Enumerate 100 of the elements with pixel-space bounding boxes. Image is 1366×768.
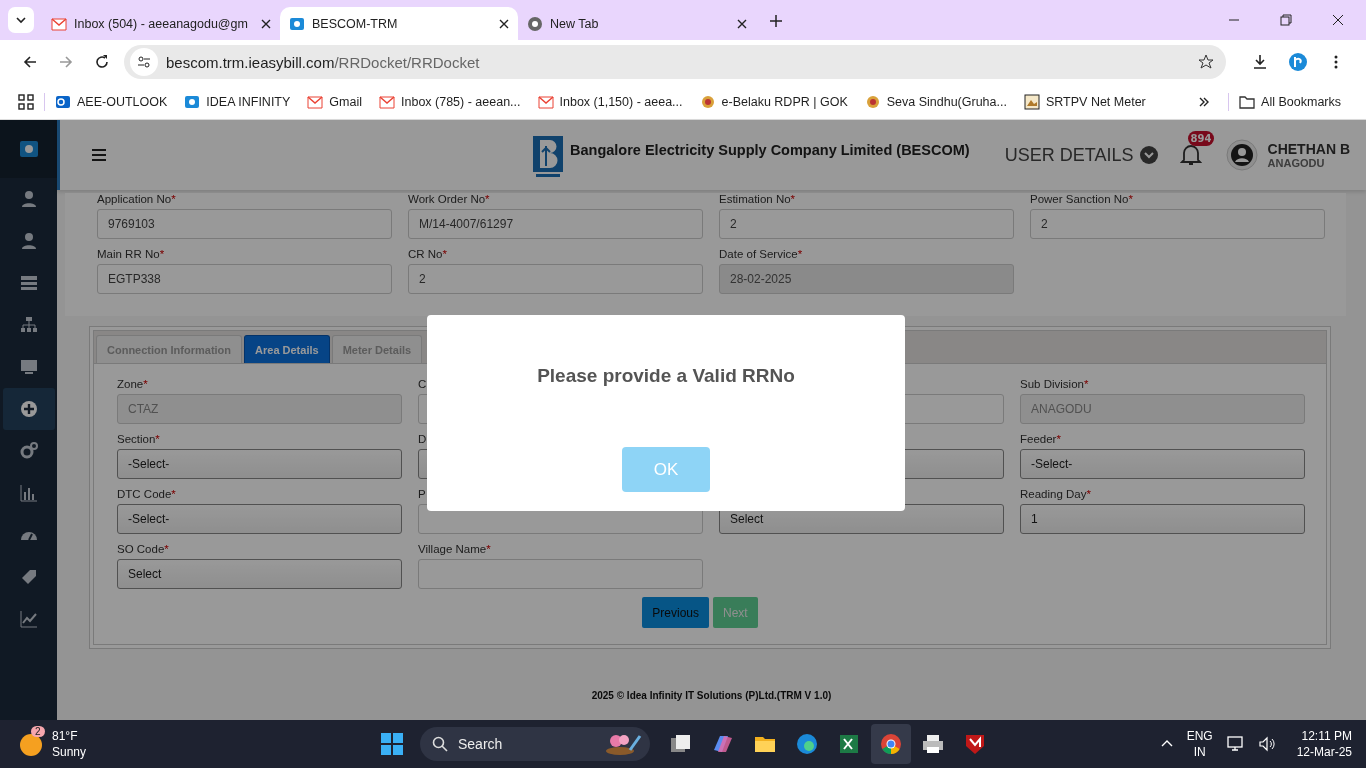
site-settings-icon[interactable] [130, 48, 158, 76]
all-bookmarks[interactable]: All Bookmarks [1261, 94, 1341, 109]
field-label: C [418, 378, 428, 392]
outlook-icon[interactable] [55, 93, 71, 110]
eye-logo-icon[interactable] [184, 93, 201, 110]
bookmark[interactable]: e-Belaku RDPR | GOK [721, 94, 848, 109]
sitemap-icon [19, 316, 38, 334]
tab[interactable]: Area Details [244, 335, 330, 363]
browser-tab[interactable]: Inbox (504) - aeeanagodu@gm [42, 7, 280, 40]
input-field[interactable]: 2 [719, 209, 1014, 239]
search-icon [432, 736, 448, 752]
input-field[interactable]: 28-02-2025 [719, 264, 1014, 294]
input-field[interactable]: EGTP338 [97, 264, 392, 294]
forward-icon[interactable] [58, 54, 74, 70]
field-label: CR No* [408, 248, 448, 262]
gears-icon [19, 442, 38, 460]
speaker-icon[interactable] [1258, 736, 1275, 752]
close-icon[interactable] [737, 18, 747, 29]
reload-icon[interactable] [94, 54, 110, 70]
profile-icon[interactable] [1288, 52, 1308, 72]
tab-title: New Tab [550, 16, 600, 31]
emblem-icon[interactable] [699, 93, 716, 110]
chrome-icon [879, 732, 903, 756]
field-label: Main RR No* [97, 248, 166, 262]
input-field[interactable]: -Select- [117, 504, 402, 534]
weather-badge: 2 [31, 726, 45, 737]
field-label: Feeder* [1020, 433, 1062, 447]
tab-list-button[interactable] [8, 7, 34, 33]
bookmark[interactable]: Gmail [329, 94, 362, 109]
printer-icon [921, 732, 945, 756]
star-icon[interactable] [1198, 54, 1214, 70]
tab-title: Inbox (504) - aeeanagodu@gm [74, 16, 249, 31]
input-field[interactable]: Select [117, 559, 402, 589]
back-icon[interactable] [22, 54, 38, 70]
windows-start-icon[interactable] [380, 732, 404, 756]
field-label: Power Sanction No* [1030, 193, 1134, 207]
browser-tab[interactable]: BESCOM-TRM [280, 7, 518, 40]
monitor-icon [19, 358, 38, 376]
eye-logo-icon [289, 15, 305, 32]
bookmark[interactable]: Inbox (785) - aeean... [401, 94, 521, 109]
shield-icon [963, 732, 987, 756]
input-field[interactable]: 9769103 [97, 209, 392, 239]
clock-date[interactable]: 12-Mar-25 [1296, 744, 1352, 760]
notification-badge: 894 [1187, 131, 1215, 146]
mail-icon[interactable] [307, 93, 324, 110]
clock-time[interactable]: 12:11 PM [1301, 728, 1352, 744]
list-icon [19, 274, 38, 292]
user-icon [19, 190, 38, 208]
user-location: ANAGODU [1267, 157, 1326, 169]
field-label: Estimation No* [719, 193, 797, 207]
field-label: Date of Service* [719, 248, 804, 262]
bell-icon[interactable] [1179, 143, 1202, 167]
restore-icon[interactable] [1280, 14, 1292, 26]
field-label: P [418, 488, 427, 502]
close-icon[interactable] [499, 18, 509, 29]
mail-icon[interactable] [379, 93, 395, 110]
field-label: Zone* [117, 378, 149, 392]
field-label: Work Order No* [408, 193, 491, 207]
region-indicator[interactable]: IN [1193, 744, 1206, 760]
sun-icon[interactable] [20, 734, 42, 756]
input-field[interactable]: -Select- [1020, 449, 1305, 479]
input-field[interactable]: 2 [1030, 209, 1325, 239]
language-indicator[interactable]: ENG [1186, 728, 1213, 744]
close-icon[interactable] [261, 18, 271, 29]
network-icon[interactable] [1226, 736, 1245, 752]
apps-grid-icon[interactable] [18, 93, 34, 110]
bookmark[interactable]: SRTPV Net Meter [1045, 94, 1146, 109]
chrome-icon [527, 15, 543, 32]
avatar-icon[interactable] [1225, 139, 1258, 171]
bookmark[interactable]: AEE-OUTLOOK [77, 94, 168, 109]
input-field[interactable]: -Select- [117, 449, 402, 479]
weather-condition: Sunny [52, 744, 87, 760]
emblem-icon[interactable] [864, 93, 881, 110]
taskbar-search[interactable]: Search [420, 727, 650, 761]
close-icon[interactable] [1332, 14, 1344, 26]
taskbar-app[interactable] [871, 724, 911, 764]
user-name: CHETHAN B [1267, 141, 1350, 157]
picture-frame-icon[interactable] [1023, 93, 1040, 110]
folder-icon[interactable] [1239, 93, 1256, 110]
field-label: D [418, 433, 428, 447]
bookmark[interactable]: Inbox (1,150) - aeea... [559, 94, 683, 109]
menu-icon[interactable] [92, 149, 106, 161]
chevron-down-icon [15, 14, 27, 26]
new-tab-icon[interactable] [770, 15, 782, 27]
download-icon[interactable] [1252, 54, 1268, 70]
input-field[interactable]: 1 [1020, 504, 1305, 534]
bookmark[interactable]: Seva Sindhu(Gruha... [886, 94, 1007, 109]
more-chevrons-icon[interactable] [1198, 95, 1211, 108]
mail-icon[interactable] [537, 93, 554, 110]
user-details-dropdown[interactable]: USER DETAILS [1004, 144, 1158, 166]
input-field[interactable]: 2 [408, 264, 703, 294]
sidebar-item[interactable] [2, 388, 55, 430]
plus-circle-icon [19, 400, 38, 418]
address-bar[interactable]: bescom.trm.ieasybill.com/RRDocket/RRDocket [124, 45, 1226, 79]
edge-icon [795, 732, 819, 756]
app-logo-icon [18, 139, 39, 159]
input-field[interactable]: M/14-4007/61297 [408, 209, 703, 239]
input-field[interactable] [418, 559, 703, 589]
bookmark[interactable]: IDEA INFINITY [206, 94, 291, 109]
browser-tab[interactable]: New Tab [518, 7, 756, 40]
